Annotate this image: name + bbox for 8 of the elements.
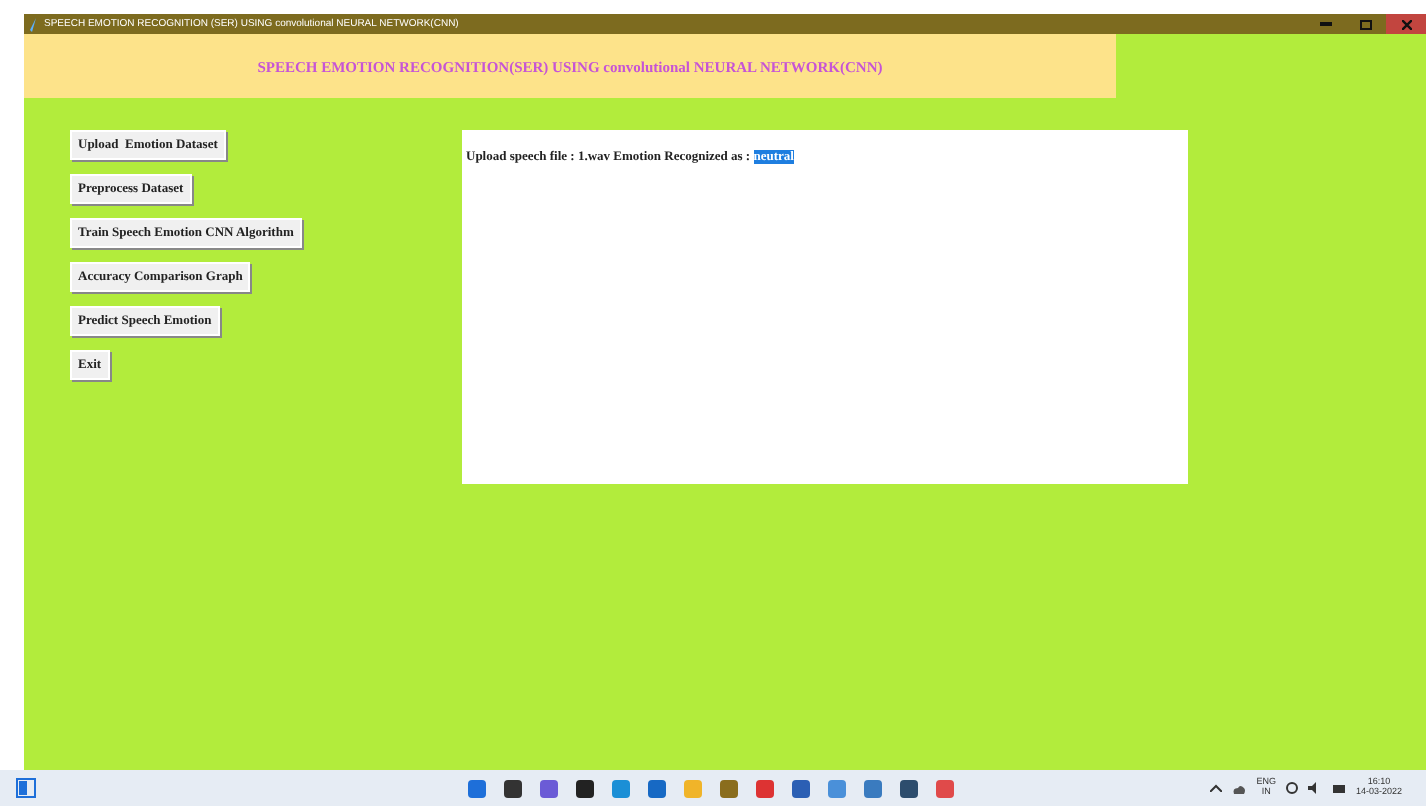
feather-icon <box>30 17 38 31</box>
close-button[interactable] <box>1386 14 1426 34</box>
chevron-up-icon[interactable] <box>1210 784 1223 792</box>
cloud-icon[interactable] <box>1232 783 1247 793</box>
minimize-icon <box>1320 22 1332 26</box>
widgets-icon[interactable] <box>16 778 36 798</box>
restore-icon <box>1360 19 1372 29</box>
close-icon <box>1401 19 1411 29</box>
